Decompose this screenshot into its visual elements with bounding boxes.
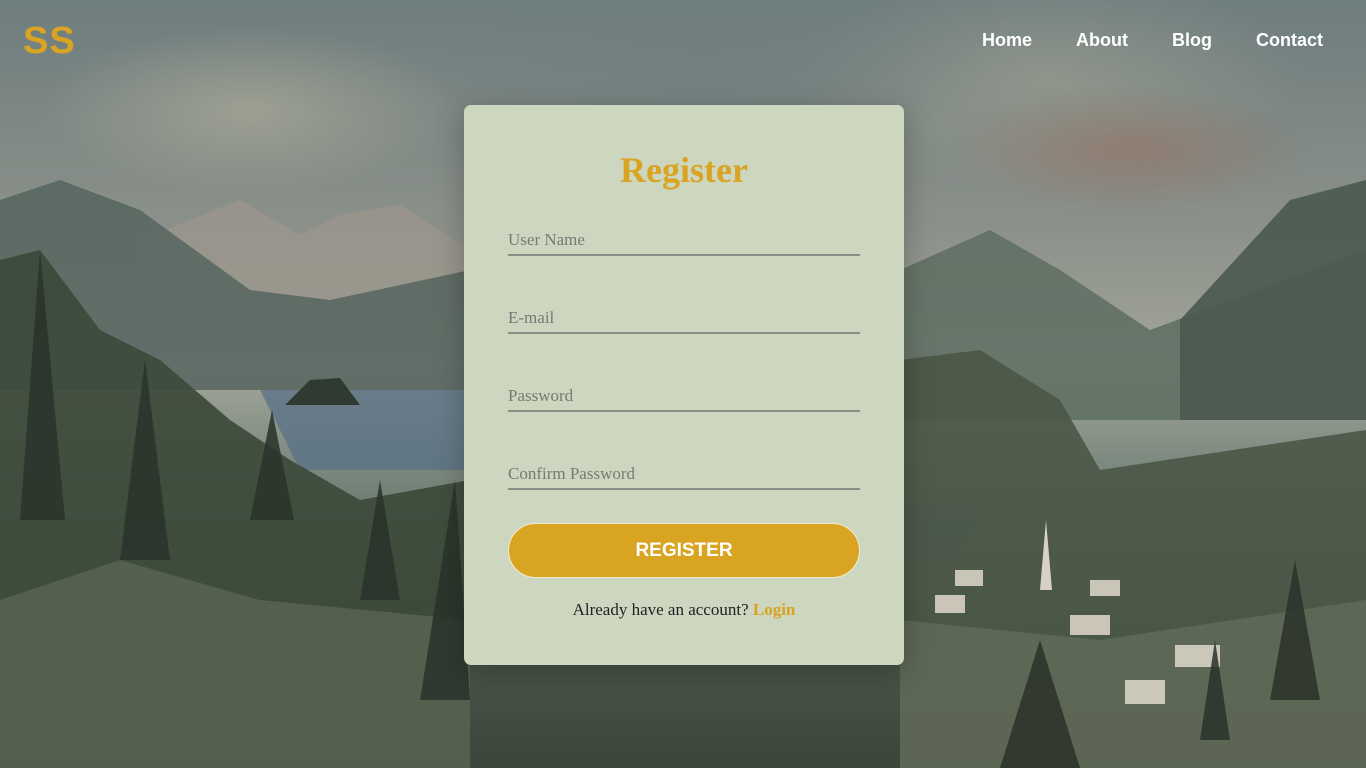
- nav-blog-link[interactable]: Blog: [1172, 30, 1212, 51]
- nav-home-link[interactable]: Home: [982, 30, 1032, 51]
- brand-logo[interactable]: SS: [23, 20, 76, 63]
- register-title: Register: [620, 150, 748, 190]
- email-field: [508, 298, 860, 334]
- email-input[interactable]: [508, 298, 860, 332]
- password-field: [508, 376, 860, 412]
- confirm-password-field: [508, 454, 860, 490]
- login-prompt-row: Already have an account? Login: [464, 600, 904, 620]
- confirm-password-input[interactable]: [508, 454, 860, 488]
- username-field: [508, 220, 860, 256]
- register-card: Register REGISTER Already have an accoun…: [464, 105, 904, 665]
- nav-about-link[interactable]: About: [1076, 30, 1128, 51]
- nav-contact-link[interactable]: Contact: [1256, 30, 1323, 51]
- login-link[interactable]: Login: [753, 600, 796, 619]
- login-prompt-text: Already have an account?: [572, 600, 749, 619]
- password-input[interactable]: [508, 376, 860, 410]
- register-button[interactable]: REGISTER: [508, 523, 860, 578]
- username-input[interactable]: [508, 220, 860, 254]
- main-nav: Home About Blog Contact: [982, 30, 1323, 51]
